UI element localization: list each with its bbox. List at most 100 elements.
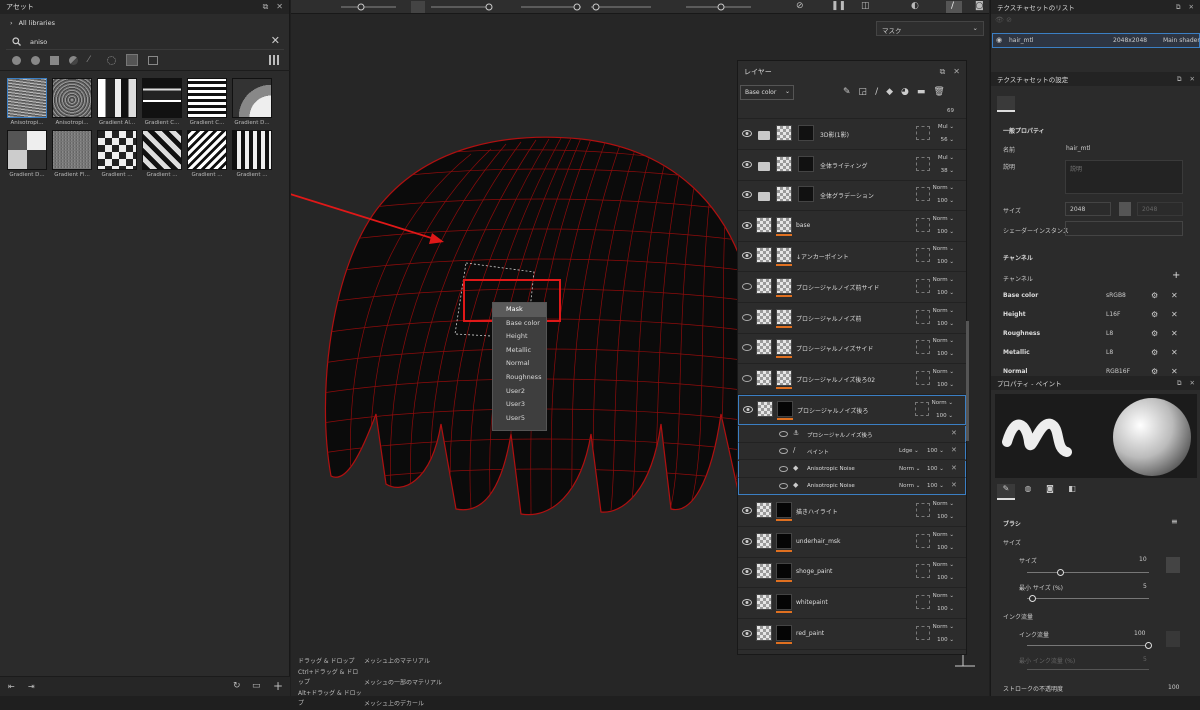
layer-opacity[interactable]: 100 ⌄: [937, 514, 954, 520]
close-icon[interactable]: ✕: [1190, 75, 1195, 84]
close-icon[interactable]: ✕: [1189, 3, 1194, 12]
blend-mode[interactable]: Norm ⌄: [933, 308, 954, 314]
channel-dropdown[interactable]: Base color ⌄: [740, 85, 794, 100]
blend-mode[interactable]: Norm ⌄: [932, 400, 953, 406]
menu-item-metallic[interactable]: Metallic: [493, 344, 546, 358]
layer-row[interactable]: プロシージャルノイズ後ろ Norm ⌄ 100 ⌄: [738, 395, 966, 426]
asset-thumbnail[interactable]: Anisotropi...: [52, 78, 92, 128]
layer-name[interactable]: base: [796, 222, 810, 229]
layer-name[interactable]: 全体ライティング: [820, 161, 868, 170]
blend-slot[interactable]: [916, 533, 930, 548]
layer-opacity[interactable]: 100 ⌄: [937, 382, 954, 388]
blend-slot[interactable]: [916, 564, 930, 579]
layer-row[interactable]: underhair_msk Norm ⌄ 100 ⌄: [738, 527, 966, 558]
asset-thumbnail[interactable]: Gradient ...: [187, 130, 227, 180]
asset-thumbnail[interactable]: Gradient Fl...: [52, 130, 92, 180]
layer-name[interactable]: プロシージャルノイズ後ろ: [797, 406, 868, 415]
layer-name[interactable]: 3D影(1影): [820, 130, 849, 139]
layer-opacity[interactable]: 100 ⌄: [937, 637, 954, 643]
description-field[interactable]: 説明: [1065, 160, 1183, 194]
add-icon[interactable]: +: [273, 679, 283, 693]
layer-name[interactable]: プロシージャルノイズ前サイド: [796, 283, 879, 292]
layer-opacity[interactable]: 100 ⌄: [937, 351, 954, 357]
blend-mode[interactable]: Mul ⌄: [938, 155, 954, 161]
export-icon[interactable]: ⇥: [28, 682, 35, 691]
brush-preset-icon[interactable]: ≡: [1171, 517, 1178, 526]
pen-pressure-icon[interactable]: [1166, 557, 1180, 573]
menu-item-roughness[interactable]: Roughness: [493, 371, 546, 385]
lock-icon[interactable]: [1119, 202, 1131, 216]
layer-row[interactable]: プロシージャルノイズ前サイド Norm ⌄ 100 ⌄: [738, 273, 966, 303]
layer-row[interactable]: プロシージャルノイズサイド Norm ⌄ 100 ⌄: [738, 334, 966, 365]
layer-name[interactable]: 描きハイライト: [796, 507, 838, 516]
eye-icon[interactable]: [742, 252, 752, 260]
layer-name[interactable]: underhair_msk: [796, 538, 841, 545]
effect-blend[interactable]: Norm ⌄: [899, 483, 920, 489]
blend-mode[interactable]: Norm ⌄: [933, 593, 954, 599]
eye-icon[interactable]: [742, 629, 752, 637]
effect-opacity[interactable]: 100 ⌄: [927, 448, 944, 454]
layer-opacity[interactable]: 100 ⌄: [937, 259, 954, 265]
menu-item-user5[interactable]: User5: [493, 412, 546, 426]
layer-opacity[interactable]: 100 ⌄: [937, 545, 954, 551]
layer-row[interactable]: shoge_paint Norm ⌄ 100 ⌄: [738, 558, 966, 589]
float-icon[interactable]: ⧉: [263, 2, 269, 12]
asset-thumbnail[interactable]: Gradient Al...: [97, 78, 137, 128]
blend-mode[interactable]: Norm ⌄: [933, 624, 954, 630]
asset-thumbnail[interactable]: Anisotropi...: [7, 78, 47, 128]
layer-opacity[interactable]: 56 ⌄: [941, 137, 954, 143]
layer-name[interactable]: 全体グラデーション: [820, 191, 874, 200]
paint-layer-icon[interactable]: /: [875, 87, 878, 97]
effect-opacity[interactable]: 100 ⌄: [927, 466, 944, 472]
float-icon[interactable]: ⧉: [1177, 75, 1182, 84]
eye-hidden-icon[interactable]: [742, 344, 752, 352]
texture-set-row[interactable]: ◉ hair_mtl 2048x2048 Main shader: [992, 33, 1200, 48]
tab-stencil[interactable]: ◙: [1041, 484, 1059, 500]
eye-icon[interactable]: [742, 221, 752, 229]
blend-mode[interactable]: Norm ⌄: [933, 216, 954, 222]
blend-mode[interactable]: Norm ⌄: [933, 369, 954, 375]
delete-icon[interactable]: 🗑: [933, 87, 944, 97]
menu-item-height[interactable]: Height: [493, 330, 546, 344]
blend-mode[interactable]: Norm ⌄: [933, 338, 954, 344]
shape-icon[interactable]: ◫: [861, 1, 870, 11]
smart-material-filter-icon[interactable]: [31, 56, 40, 65]
channel-format[interactable]: sRGB8: [1106, 292, 1126, 299]
layer-opacity[interactable]: 100 ⌄: [937, 606, 954, 612]
asset-thumbnail[interactable]: Gradient C...: [142, 78, 182, 128]
remove-channel-icon[interactable]: ✕: [1171, 348, 1178, 357]
blend-mode[interactable]: Norm ⌄: [933, 501, 954, 507]
menu-item-normal[interactable]: Normal: [493, 357, 546, 371]
screenshot-icon[interactable]: ◙: [975, 1, 984, 11]
material-filter-icon[interactable]: [12, 56, 21, 65]
tab-material[interactable]: [1021, 96, 1039, 112]
eye-icon[interactable]: [742, 191, 752, 199]
layer-row[interactable]: ↓アンカーポイント Norm ⌄ 100 ⌄: [738, 242, 966, 273]
tab-brush[interactable]: ✎: [997, 484, 1015, 500]
layer-row[interactable]: プロシージャルノイズ前 Norm ⌄ 100 ⌄: [738, 303, 966, 334]
remove-effect-icon[interactable]: ✕: [951, 481, 957, 489]
blend-slot[interactable]: [916, 187, 930, 202]
asset-thumbnail[interactable]: Gradient D...: [7, 130, 47, 180]
folder-icon[interactable]: ▬: [917, 87, 926, 97]
layer-name[interactable]: ↓アンカーポイント: [796, 252, 849, 261]
brush-size-handle[interactable]: [1057, 569, 1064, 576]
min-size-slider[interactable]: [1027, 598, 1149, 599]
float-icon[interactable]: ⧉: [940, 67, 946, 77]
channel-settings-icon[interactable]: ⚙: [1151, 310, 1158, 319]
procedural-filter-icon[interactable]: [126, 54, 138, 66]
eye-hidden-icon[interactable]: [742, 313, 752, 321]
effect-row[interactable]: / ペイント Ldge ⌄ 100 ⌄ ✕: [738, 443, 966, 461]
fill-icon[interactable]: ◐: [911, 1, 919, 11]
channel-settings-icon[interactable]: ⚙: [1151, 348, 1158, 357]
close-icon[interactable]: ✕: [1190, 379, 1195, 388]
layer-row[interactable]: 3D影(1影) Mul ⌄ 56 ⌄: [738, 120, 966, 150]
remove-channel-icon[interactable]: ✕: [1171, 291, 1178, 300]
blend-mode[interactable]: Norm ⌄: [933, 532, 954, 538]
fill-layer-icon[interactable]: ◆: [886, 87, 893, 97]
channel-settings-icon[interactable]: ⚙: [1151, 367, 1158, 376]
image-filter-icon[interactable]: [148, 56, 158, 65]
close-icon[interactable]: ✕: [276, 2, 283, 12]
eye-icon[interactable]: [779, 482, 788, 489]
channel-settings-icon[interactable]: ⚙: [1151, 291, 1158, 300]
